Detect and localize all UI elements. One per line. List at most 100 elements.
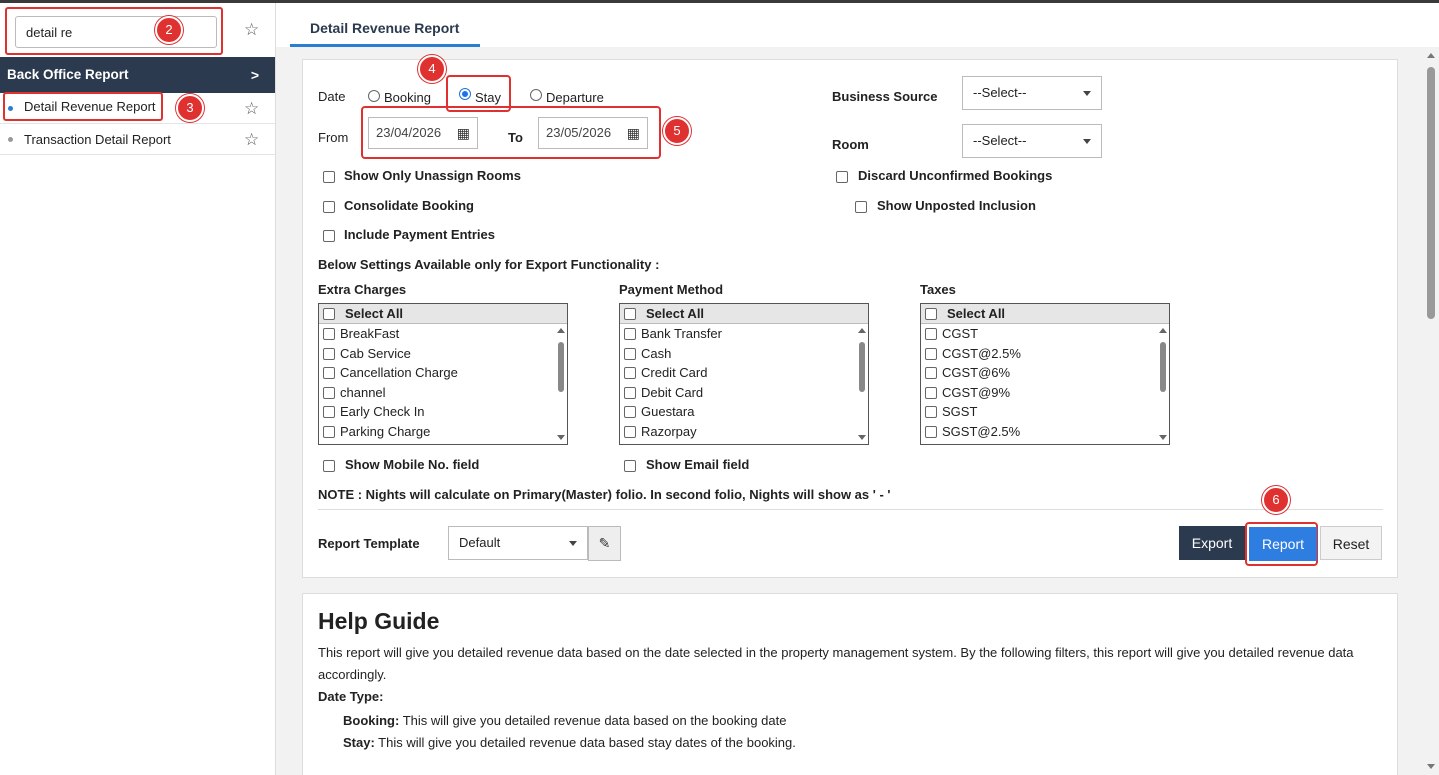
- item-checkbox[interactable]: [624, 367, 636, 379]
- item-checkbox[interactable]: [925, 367, 937, 379]
- list-item[interactable]: Cancellation Charge: [319, 363, 555, 383]
- export-button[interactable]: Export: [1179, 526, 1245, 560]
- stay-term: Stay:: [343, 735, 375, 750]
- show-only-unassign-checkbox[interactable]: [323, 171, 335, 183]
- list-item[interactable]: channel: [319, 383, 555, 403]
- scroll-thumb[interactable]: [1427, 67, 1435, 319]
- star-icon[interactable]: ☆: [244, 131, 259, 148]
- show-email-checkbox[interactable]: [624, 460, 636, 472]
- item-checkbox[interactable]: [323, 425, 335, 438]
- from-date-value: 23/04/2026: [376, 125, 442, 140]
- from-label: From: [318, 130, 349, 145]
- sidebar-section-header[interactable]: Back Office Report >: [0, 57, 275, 93]
- item-checkbox[interactable]: [323, 406, 335, 418]
- edit-icon[interactable]: ✎: [588, 526, 621, 561]
- taxes-list[interactable]: Select All CGST CGST@2.5% CGST@6% CGST@9…: [920, 303, 1170, 445]
- from-date-input[interactable]: 23/04/2026 ▦: [368, 117, 478, 149]
- list-item[interactable]: Credit Card: [620, 363, 856, 383]
- item-checkbox[interactable]: [624, 347, 636, 360]
- list-item[interactable]: Parking Charge: [319, 422, 555, 442]
- report-template-label: Report Template: [318, 536, 420, 551]
- list-scrollbar[interactable]: [856, 324, 868, 444]
- list-item-label: Bank Transfer: [641, 326, 722, 341]
- report-template-select[interactable]: Default: [448, 526, 588, 560]
- list-item-label: CGST@2.5%: [942, 345, 1021, 361]
- dropdown-caret-icon: [1083, 91, 1091, 96]
- dropdown-caret-icon: [569, 541, 577, 546]
- main-area: Detail Revenue Report Date Booking Stay …: [276, 3, 1439, 775]
- radio-booking[interactable]: [368, 90, 380, 102]
- scroll-down-icon[interactable]: [1427, 764, 1435, 769]
- extra-charges-select-all[interactable]: Select All: [319, 304, 567, 324]
- item-checkbox[interactable]: [624, 425, 636, 438]
- search-input[interactable]: [15, 16, 217, 48]
- item-checkbox[interactable]: [323, 347, 335, 360]
- date-label: Date: [318, 89, 346, 104]
- list-scrollbar[interactable]: [555, 324, 567, 444]
- item-checkbox[interactable]: [323, 386, 335, 399]
- list-item[interactable]: Early Check In: [319, 402, 555, 422]
- payment-method-list[interactable]: Select All Bank Transfer Cash Credit Car…: [619, 303, 869, 445]
- radio-stay-label: Stay: [475, 90, 502, 105]
- show-mobile-checkbox[interactable]: [323, 460, 335, 472]
- main-scrollbar[interactable]: [1423, 47, 1439, 775]
- to-date-input[interactable]: 23/05/2026 ▦: [538, 117, 648, 149]
- discard-unconfirmed-checkbox[interactable]: [836, 171, 848, 183]
- item-checkbox[interactable]: [624, 328, 636, 340]
- show-only-unassign-label: Show Only Unassign Rooms: [344, 168, 521, 183]
- business-source-select[interactable]: --Select--: [962, 76, 1102, 110]
- divider: [318, 509, 1383, 510]
- list-item[interactable]: Cab Service: [319, 344, 555, 364]
- calendar-icon[interactable]: ▦: [627, 118, 640, 148]
- item-checkbox[interactable]: [925, 386, 937, 399]
- radio-stay[interactable]: [459, 88, 471, 100]
- list-item[interactable]: Razorpay: [620, 422, 856, 442]
- item-checkbox[interactable]: [323, 328, 335, 340]
- item-checkbox[interactable]: [925, 347, 937, 360]
- consolidate-booking-checkbox[interactable]: [323, 201, 335, 213]
- tab-detail-revenue-report[interactable]: Detail Revenue Report: [290, 3, 480, 47]
- list-item-label: Early Check In: [340, 404, 425, 419]
- select-all-checkbox[interactable]: [323, 308, 335, 320]
- sidebar-item-transaction-detail-report[interactable]: Transaction Detail Report: [0, 124, 275, 155]
- list-item[interactable]: Cash: [620, 344, 856, 364]
- export-settings-note: Below Settings Available only for Export…: [318, 257, 660, 272]
- include-payment-checkbox[interactable]: [323, 230, 335, 242]
- list-item[interactable]: CGST: [921, 324, 1157, 344]
- list-item[interactable]: Debit Card: [620, 383, 856, 403]
- list-item[interactable]: CGST@2.5%: [921, 344, 1157, 364]
- list-item[interactable]: SGST@2.5%: [921, 422, 1157, 442]
- list-scrollbar[interactable]: [1157, 324, 1169, 444]
- item-checkbox[interactable]: [323, 367, 335, 379]
- list-item[interactable]: CGST@9%: [921, 383, 1157, 403]
- select-all-checkbox[interactable]: [624, 308, 636, 320]
- sidebar-item-detail-revenue-report[interactable]: Detail Revenue Report: [0, 92, 275, 124]
- list-item[interactable]: BreakFast: [319, 324, 555, 344]
- list-item[interactable]: CGST@6%: [921, 363, 1157, 383]
- item-checkbox[interactable]: [624, 406, 636, 418]
- star-icon[interactable]: ☆: [244, 21, 259, 38]
- item-checkbox[interactable]: [925, 328, 937, 340]
- radio-departure[interactable]: [530, 89, 542, 101]
- list-item-label: SGST@2.5%: [942, 423, 1021, 439]
- item-checkbox[interactable]: [925, 406, 937, 418]
- item-checkbox[interactable]: [624, 386, 636, 399]
- report-button[interactable]: Report: [1249, 527, 1317, 561]
- reset-button[interactable]: Reset: [1320, 526, 1382, 560]
- list-item[interactable]: SGST: [921, 402, 1157, 422]
- item-checkbox[interactable]: [925, 425, 937, 438]
- radio-booking-label: Booking: [384, 90, 431, 105]
- extra-charges-list[interactable]: Select All BreakFast Cab Service Cancell…: [318, 303, 568, 445]
- list-item[interactable]: Guestara: [620, 402, 856, 422]
- payment-method-select-all[interactable]: Select All: [620, 304, 868, 324]
- sidebar-item-label: Detail Revenue Report: [3, 92, 163, 121]
- select-all-checkbox[interactable]: [925, 308, 937, 320]
- calendar-icon[interactable]: ▦: [457, 118, 470, 148]
- room-select[interactable]: --Select--: [962, 124, 1102, 158]
- list-item[interactable]: Bank Transfer: [620, 324, 856, 344]
- scroll-up-icon[interactable]: [1427, 53, 1435, 58]
- show-unposted-checkbox[interactable]: [855, 201, 867, 213]
- show-email-label: Show Email field: [646, 457, 750, 472]
- star-icon[interactable]: ☆: [244, 100, 259, 117]
- taxes-select-all[interactable]: Select All: [921, 304, 1169, 324]
